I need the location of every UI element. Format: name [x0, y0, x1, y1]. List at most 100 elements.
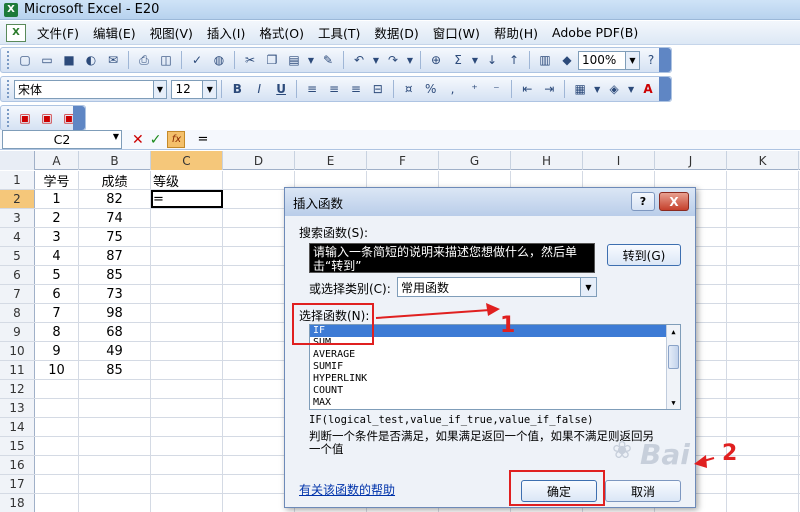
function-list-item[interactable]: AVERAGE	[310, 349, 680, 361]
percent-button[interactable]: %	[421, 79, 441, 99]
grid-cell[interactable]	[727, 247, 799, 265]
grid-cell[interactable]: 4	[35, 247, 79, 265]
grid-cell[interactable]: 85	[79, 361, 151, 379]
new-icon[interactable]: ▢	[15, 50, 35, 70]
font-name-box[interactable]: 宋体	[14, 79, 154, 99]
italic-button[interactable]: I	[249, 79, 269, 99]
print-preview-icon[interactable]: ◫	[156, 50, 176, 70]
increase-indent-icon[interactable]: ⇥	[539, 79, 559, 99]
grid-cell[interactable]	[151, 247, 223, 265]
menu-help[interactable]: 帮助(H)	[487, 22, 545, 44]
grid-cell[interactable]	[79, 456, 151, 474]
dialog-title-bar[interactable]: 插入函数 ? X	[285, 188, 695, 216]
column-header[interactable]: D	[223, 151, 295, 170]
row-header[interactable]: 17	[0, 475, 35, 493]
spelling-icon[interactable]: ✓	[187, 50, 207, 70]
grid-cell[interactable]	[35, 399, 79, 417]
autosum-icon[interactable]: Σ	[448, 50, 468, 70]
font-size-dropdown-icon[interactable]: ▼	[203, 79, 218, 99]
function-list-item[interactable]: COUNT	[310, 385, 680, 397]
scroll-down-icon[interactable]: ▼	[667, 396, 680, 409]
grid-cell[interactable]	[151, 304, 223, 322]
grid-cell[interactable]	[727, 266, 799, 284]
toolbar-options-icon[interactable]	[659, 48, 671, 72]
grid-cell[interactable]	[79, 494, 151, 512]
enter-entry-icon[interactable]: ✓	[150, 132, 162, 148]
grid-cell[interactable]	[151, 361, 223, 379]
grid-cell[interactable]: 82	[79, 190, 151, 208]
column-header[interactable]: J	[655, 151, 727, 170]
menu-file[interactable]: 文件(F)	[30, 22, 86, 44]
grid-cell[interactable]	[727, 304, 799, 322]
grid-cell[interactable]	[727, 361, 799, 379]
row-header-active[interactable]: 2	[0, 190, 35, 208]
menu-view[interactable]: 视图(V)	[143, 22, 200, 44]
column-header[interactable]: G	[439, 151, 511, 170]
grid-cell[interactable]: 9	[35, 342, 79, 360]
row-header[interactable]: 18	[0, 494, 35, 512]
grid-cell[interactable]	[35, 418, 79, 436]
grid-cell[interactable]: 75	[79, 228, 151, 246]
save-icon[interactable]: ■	[59, 50, 79, 70]
name-box[interactable]: C2 ▼	[2, 130, 122, 149]
grid-cell[interactable]	[727, 228, 799, 246]
grid-cell[interactable]: 74	[79, 209, 151, 227]
grid-cell[interactable]	[727, 494, 799, 512]
goto-button[interactable]: 转到(G)	[607, 244, 681, 266]
grid-cell[interactable]	[727, 323, 799, 341]
grid-cell[interactable]	[151, 209, 223, 227]
zoom-dropdown-icon[interactable]: ▼	[626, 50, 640, 70]
name-box-dropdown-icon[interactable]: ▼	[113, 132, 119, 141]
convert-email-pdf-icon[interactable]: ▣	[37, 108, 57, 128]
underline-button[interactable]: U	[271, 79, 291, 99]
row-header[interactable]: 13	[0, 399, 35, 417]
grid-cell[interactable]: 等级	[151, 171, 223, 190]
menu-edit[interactable]: 编辑(E)	[86, 22, 143, 44]
menu-tools[interactable]: 工具(T)	[311, 22, 367, 44]
grid-cell[interactable]: 5	[35, 266, 79, 284]
grid-cell[interactable]	[151, 399, 223, 417]
redo-dropdown-icon[interactable]: ▼	[405, 50, 415, 70]
copy-icon[interactable]: ❐	[262, 50, 282, 70]
grid-cell[interactable]	[79, 418, 151, 436]
grid-cell[interactable]	[35, 475, 79, 493]
grid-cell[interactable]	[727, 171, 799, 189]
row-header[interactable]: 6	[0, 266, 35, 284]
grid-cell[interactable]	[151, 437, 223, 455]
column-header[interactable]: E	[295, 151, 367, 170]
formula-input[interactable]: =	[197, 132, 208, 147]
row-header[interactable]: 3	[0, 209, 35, 227]
row-header[interactable]: 5	[0, 247, 35, 265]
grid-cell[interactable]: 2	[35, 209, 79, 227]
row-header[interactable]: 11	[0, 361, 35, 379]
permission-icon[interactable]: ◐	[81, 50, 101, 70]
dialog-close-button[interactable]: X	[659, 192, 689, 211]
sort-desc-icon[interactable]: ↑	[504, 50, 524, 70]
row-header[interactable]: 10	[0, 342, 35, 360]
print-icon[interactable]: ⎙	[134, 50, 154, 70]
bold-button[interactable]: B	[227, 79, 247, 99]
row-header[interactable]: 12	[0, 380, 35, 398]
select-all-corner[interactable]	[0, 151, 35, 170]
grid-cell[interactable]	[35, 437, 79, 455]
grid-cell[interactable]: 73	[79, 285, 151, 303]
menu-window[interactable]: 窗口(W)	[426, 22, 487, 44]
chart-wizard-icon[interactable]: ▥	[535, 50, 555, 70]
grid-cell[interactable]: 87	[79, 247, 151, 265]
grid-cell[interactable]	[151, 323, 223, 341]
grid-cell[interactable]	[727, 209, 799, 227]
active-cell[interactable]: =	[151, 190, 223, 208]
grid-cell[interactable]: 1	[35, 190, 79, 208]
column-header[interactable]: H	[511, 151, 583, 170]
grid-cell[interactable]: 7	[35, 304, 79, 322]
column-header[interactable]: B	[79, 151, 151, 170]
redo-icon[interactable]: ↷	[383, 50, 403, 70]
function-list-scrollbar[interactable]: ▲ ▼	[666, 325, 680, 409]
grid-cell[interactable]: 8	[35, 323, 79, 341]
grid-cell[interactable]	[151, 456, 223, 474]
category-dropdown-icon[interactable]: ▼	[580, 278, 596, 296]
row-header[interactable]: 9	[0, 323, 35, 341]
grid-cell[interactable]	[79, 437, 151, 455]
row-header[interactable]: 16	[0, 456, 35, 474]
email-icon[interactable]: ✉	[103, 50, 123, 70]
